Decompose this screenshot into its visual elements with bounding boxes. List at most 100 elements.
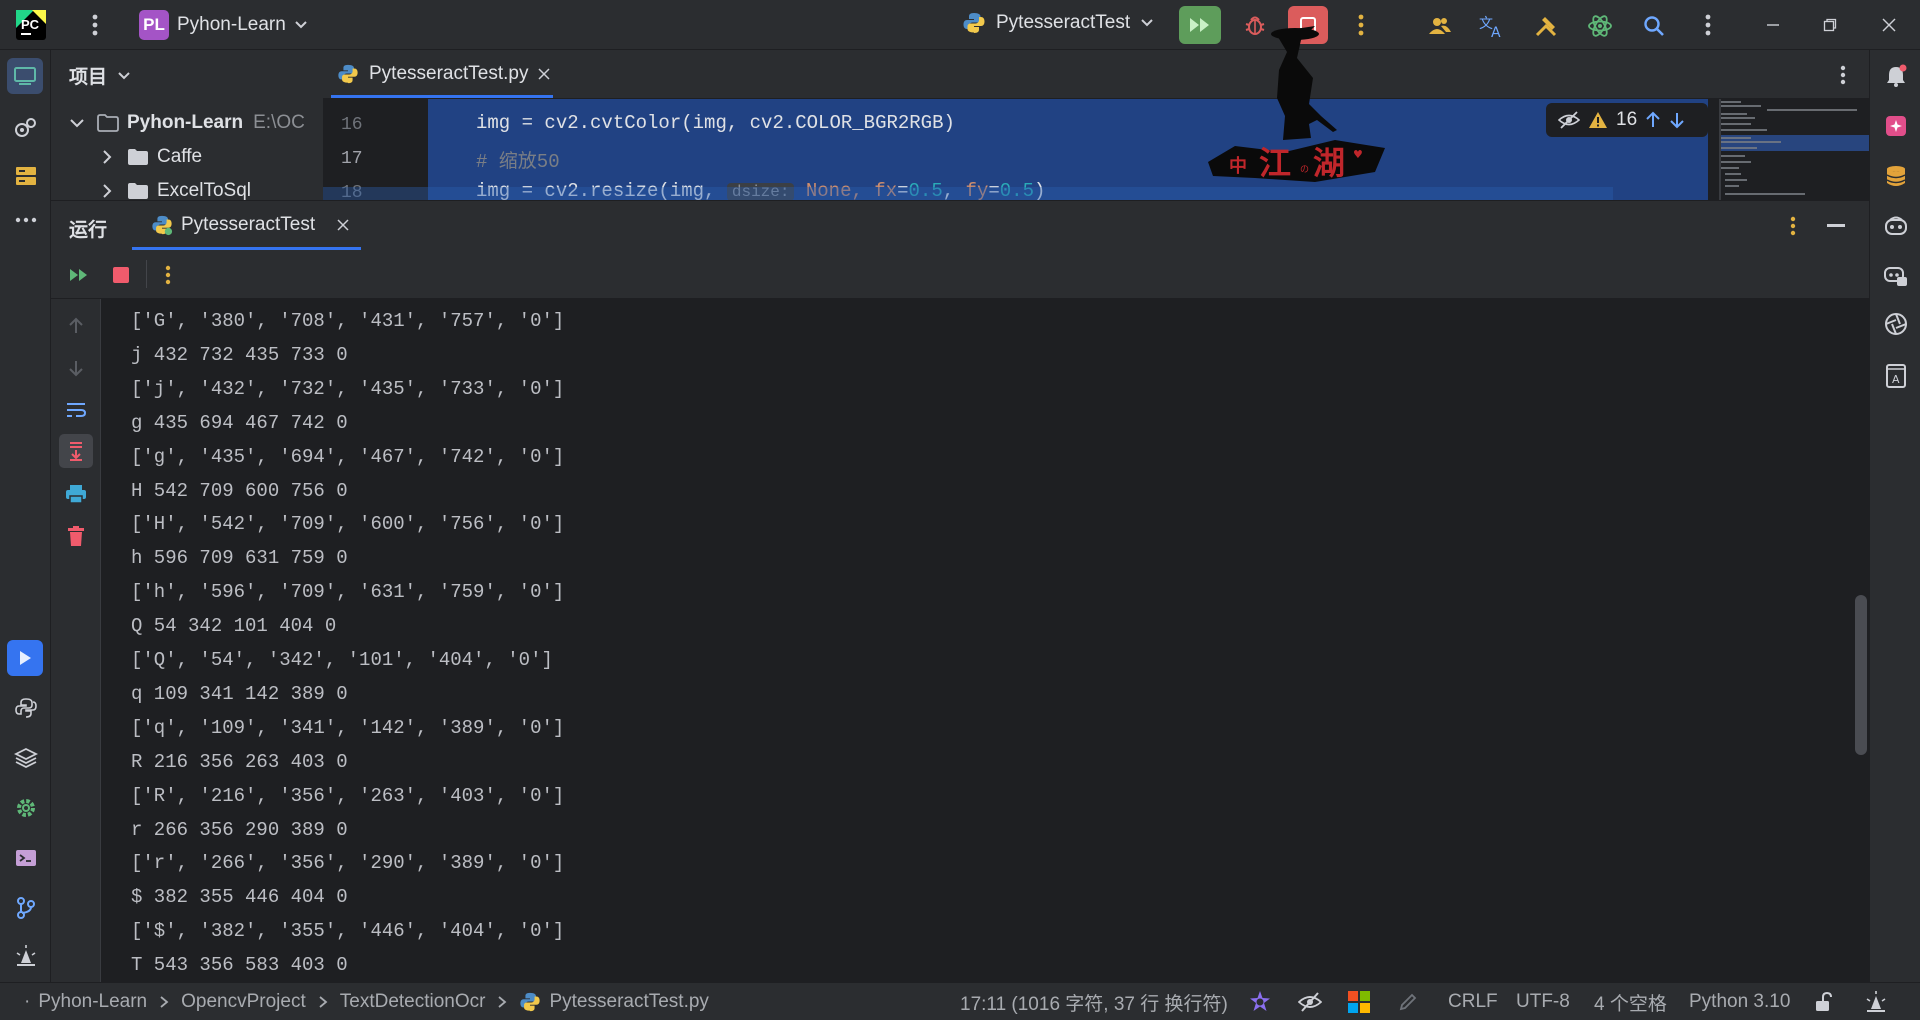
tree-root[interactable]: Pyhon-Learn E:\OC [69,106,305,140]
more-tools-icon[interactable] [10,210,42,230]
terminal-icon [16,850,36,866]
breadcrumb-item[interactable]: PytesseractTest.py [549,991,708,1013]
run-toolbar-more-icon[interactable] [156,262,180,288]
svg-text:PC: PC [21,17,40,32]
indent-setting[interactable]: 4 个空格 [1594,983,1667,1020]
search-icon[interactable] [1640,12,1668,40]
project-switcher[interactable]: PL Pyhon-Learn [139,10,308,40]
collaborators-icon[interactable] [1426,12,1454,40]
breadcrumb-item[interactable]: OpencvProject [181,991,306,1013]
notification-status-icon[interactable] [1864,983,1888,1020]
editor-tab-bar: PytesseractTest.py [323,50,1869,99]
close-icon[interactable] [538,68,550,80]
svg-text:湖: 湖 [1313,144,1345,182]
code-editor[interactable]: 16 17 18 img = cv2.imread(img_path) img … [323,99,1869,200]
code-minimap[interactable] [1719,99,1869,200]
codeium-status-icon[interactable] [1248,983,1272,1020]
folder-icon [128,149,148,165]
run-tab[interactable]: PytesseractTest [151,201,349,249]
windows-logo-icon[interactable] [1348,983,1370,1020]
editor-tab[interactable]: PytesseractTest.py [329,50,555,98]
console-line: $ 382 355 446 404 0 [131,886,348,909]
close-window-icon[interactable] [1876,12,1902,38]
copilot-chat-button[interactable] [1880,260,1912,292]
soft-wrap-button[interactable] [63,397,89,423]
breadcrumb: · Pyhon-Learn OpencvProject TextDetectio… [24,991,709,1013]
inspection-widget[interactable]: 16 [1546,103,1708,137]
console-line: ['R', '216', '356', '263', '403', '0'] [131,784,565,807]
plugin-button[interactable] [1880,110,1912,142]
eye-off-icon[interactable] [1558,111,1580,129]
run-panel-options-icon[interactable] [1781,213,1805,239]
run-tool-button[interactable] [7,640,43,676]
problems-tool-button[interactable] [10,940,42,972]
console-output[interactable]: ['G', '380', '708', '431', '757', '0'] j … [101,299,1869,982]
inspection-count: 16 [1616,109,1638,130]
structure-tool-button[interactable] [10,112,42,144]
python-file-icon [963,13,985,33]
file-encoding[interactable]: UTF-8 [1516,983,1570,1020]
database-button[interactable] [1880,160,1912,192]
console-line: ['g', '435', '694', '467', '742', '0'] [131,445,565,468]
unlock-icon[interactable] [1814,983,1834,1020]
pycharm-logo-icon[interactable]: PC [14,8,48,42]
console-line: h 596 709 631 759 0 [131,547,348,570]
console-line: R 216 356 263 403 0 [131,750,348,773]
arrow-down-icon[interactable] [1669,111,1685,129]
console-line: H 542 709 600 756 0 [131,479,348,502]
print-button[interactable] [63,481,89,507]
translate-icon[interactable]: 文A [1478,12,1506,40]
editor-tabs-more-icon[interactable] [1831,62,1855,88]
project-panel-title: 项目 [69,67,108,88]
console-line: j 432 732 435 733 0 [131,343,348,366]
settings-more-icon[interactable] [1695,12,1721,38]
ai-assistant-icon[interactable] [1586,12,1614,40]
tree-item[interactable]: ExcelToSql [99,174,251,200]
console-scrollbar[interactable] [1855,595,1867,755]
close-icon[interactable] [337,219,349,231]
python-console-button[interactable] [10,692,42,724]
project-tool-button[interactable] [7,58,43,94]
python-interpreter[interactable]: Python 3.10 [1689,983,1790,1020]
run-config-selector[interactable]: PytesseractTest [962,11,1154,35]
scroll-down-button[interactable] [63,355,89,381]
git-tool-button[interactable] [10,892,42,924]
scroll-to-end-button[interactable] [59,434,93,468]
main-menu-icon[interactable] [82,12,108,38]
codeium-button[interactable] [1880,308,1912,340]
line-separator[interactable]: CRLF [1448,983,1498,1020]
run-panel-header: 运行 PytesseractTest [51,200,1869,250]
copilot-button[interactable] [1880,210,1912,242]
tree-item[interactable]: Caffe [99,140,202,174]
scroll-up-button[interactable] [63,313,89,339]
minimize-icon[interactable] [1760,12,1786,38]
notifications-button[interactable] [1880,60,1912,92]
bookmarks-tool-button[interactable] [10,160,42,192]
stop-icon [113,267,129,283]
restore-icon[interactable] [1817,12,1843,38]
current-line-highlight [323,187,1613,200]
rerun-button[interactable] [66,262,92,288]
inspections-off-icon[interactable] [1298,983,1322,1020]
left-tool-strip [0,50,51,982]
hide-panel-icon[interactable] [1823,215,1849,237]
edit-pencil-icon[interactable] [1398,983,1418,1020]
svg-text:♥: ♥ [1353,148,1363,161]
arrow-down-icon [69,361,83,377]
chevron-down-icon [118,71,130,79]
project-panel-header[interactable]: 项目 [69,62,131,89]
stop-button[interactable] [108,262,134,288]
terminal-tool-button[interactable] [10,842,42,874]
console-line: ['$', '382', '355', '446', '404', '0'] [131,920,565,943]
python-packages-button[interactable] [10,742,42,774]
breadcrumb-item[interactable]: TextDetectionOcr [340,991,486,1013]
build-tools-icon[interactable] [1532,12,1560,40]
project-badge: PL [139,10,169,40]
title-bar: PC PL Pyhon-Learn PytesseractTest 中 江 の … [0,0,1920,182]
breadcrumb-item[interactable]: Pyhon-Learn [38,991,147,1013]
services-tool-button[interactable] [10,792,42,824]
clear-console-button[interactable] [63,523,89,549]
arrow-up-icon[interactable] [1645,111,1661,129]
caret-position[interactable]: 17:11 (1016 字符, 37 行 换行符) [960,983,1228,1020]
translation-button[interactable]: A [1880,360,1912,392]
